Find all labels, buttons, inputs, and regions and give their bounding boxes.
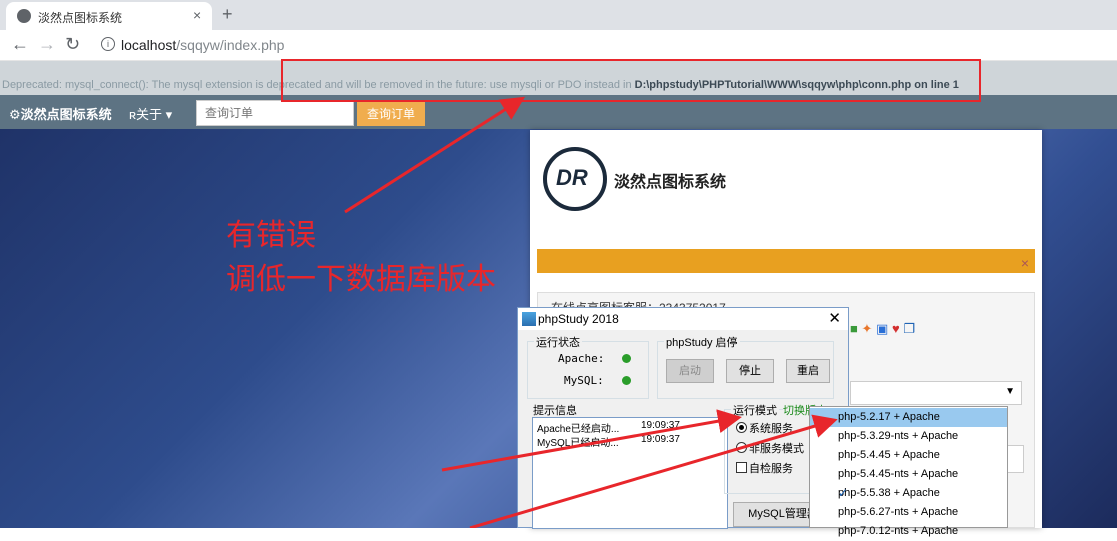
arrow-to-error [344,96,526,214]
arrow-to-version [469,414,838,528]
annotation-arrows [344,96,838,528]
